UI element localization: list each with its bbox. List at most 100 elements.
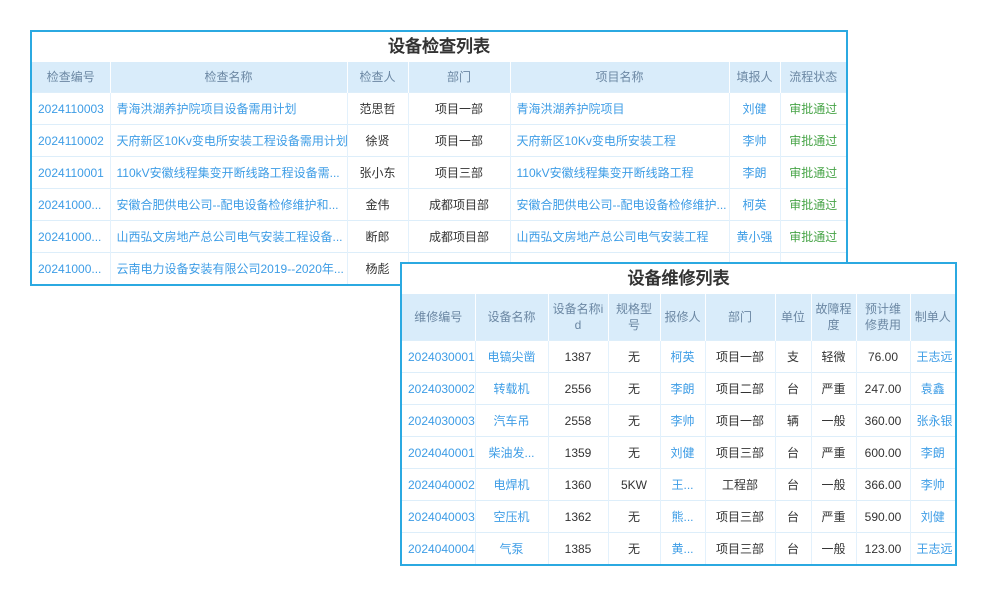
cell-equipment-name[interactable]: 气泵: [475, 533, 548, 565]
cell-inspection-id[interactable]: 20241000...: [32, 189, 110, 221]
table-row: 20241000...安徽合肥供电公司--配电设备检修维护和...金伟成都项目部…: [32, 189, 846, 221]
column-header-reporter: 填报人: [729, 62, 780, 93]
cell-fault-level: 严重: [811, 373, 856, 405]
cell-inspection-name[interactable]: 青海洪湖养护院项目设备需用计划: [110, 93, 347, 125]
column-header-department: 部门: [408, 62, 510, 93]
cell-unit: 台: [775, 437, 811, 469]
cell-creator[interactable]: 王志远: [910, 341, 955, 373]
table-row: 2024110003青海洪湖养护院项目设备需用计划范思哲项目一部青海洪湖养护院项…: [32, 93, 846, 125]
cell-project-name[interactable]: 青海洪湖养护院项目: [510, 93, 729, 125]
cell-inspector: 金伟: [347, 189, 408, 221]
cell-repair-reporter[interactable]: 王...: [660, 469, 705, 501]
cell-creator[interactable]: 李朗: [910, 437, 955, 469]
cell-inspection-name[interactable]: 安徽合肥供电公司--配电设备检修维护和...: [110, 189, 347, 221]
cell-equipment-name[interactable]: 汽车吊: [475, 405, 548, 437]
cell-inspection-name[interactable]: 110kV安徽线程集变开断线路工程设备需...: [110, 157, 347, 189]
table-row: 2024110002天府新区10Kv变电所安装工程设备需用计划徐贤项目一部天府新…: [32, 125, 846, 157]
cell-unit: 台: [775, 501, 811, 533]
cell-spec-model: 无: [608, 501, 660, 533]
cell-reporter[interactable]: 柯英: [729, 189, 780, 221]
cell-creator[interactable]: 刘健: [910, 501, 955, 533]
cell-repair-reporter[interactable]: 柯英: [660, 341, 705, 373]
cell-estimated-cost: 590.00: [856, 501, 910, 533]
cell-creator[interactable]: 张永银: [910, 405, 955, 437]
repair-table-title: 设备维修列表: [402, 264, 955, 294]
column-header-inspection-name: 检查名称: [110, 62, 347, 93]
cell-repair-reporter[interactable]: 刘健: [660, 437, 705, 469]
cell-inspection-name[interactable]: 山西弘文房地产总公司电气安装工程设备...: [110, 221, 347, 253]
cell-flow-status: 审批通过: [780, 125, 846, 157]
cell-inspection-name[interactable]: 天府新区10Kv变电所安装工程设备需用计划: [110, 125, 347, 157]
cell-repair-reporter[interactable]: 熊...: [660, 501, 705, 533]
cell-department: 项目一部: [705, 405, 775, 437]
cell-inspection-id[interactable]: 2024110001: [32, 157, 110, 189]
cell-inspector: 徐贤: [347, 125, 408, 157]
cell-estimated-cost: 366.00: [856, 469, 910, 501]
cell-equipment-name[interactable]: 空压机: [475, 501, 548, 533]
cell-inspection-id[interactable]: 2024110002: [32, 125, 110, 157]
cell-equipment-name[interactable]: 转载机: [475, 373, 548, 405]
table-row: 2024030002转载机2556无李朗项目二部台严重247.00袁鑫: [402, 373, 955, 405]
table-row: 2024030001电镐尖凿1387无柯英项目一部支轻微76.00王志远: [402, 341, 955, 373]
table-row: 2024040002电焊机13605KW王...工程部台一般366.00李帅: [402, 469, 955, 501]
cell-estimated-cost: 247.00: [856, 373, 910, 405]
column-header-equipment-id: 设备名称id: [548, 294, 608, 341]
cell-creator[interactable]: 袁鑫: [910, 373, 955, 405]
cell-inspector: 张小东: [347, 157, 408, 189]
cell-repair-id[interactable]: 2024040003: [402, 501, 475, 533]
cell-reporter[interactable]: 刘健: [729, 93, 780, 125]
cell-project-name[interactable]: 天府新区10Kv变电所安装工程: [510, 125, 729, 157]
cell-department: 项目三部: [705, 437, 775, 469]
cell-creator[interactable]: 王志远: [910, 533, 955, 565]
cell-repair-id[interactable]: 2024040004: [402, 533, 475, 565]
cell-equipment-name[interactable]: 电焊机: [475, 469, 548, 501]
cell-repair-reporter[interactable]: 黄...: [660, 533, 705, 565]
cell-repair-id[interactable]: 2024030002: [402, 373, 475, 405]
cell-reporter[interactable]: 李帅: [729, 125, 780, 157]
cell-department: 项目三部: [705, 533, 775, 565]
cell-equipment-id: 1359: [548, 437, 608, 469]
cell-project-name[interactable]: 110kV安徽线程集变开断线路工程: [510, 157, 729, 189]
cell-flow-status: 审批通过: [780, 189, 846, 221]
cell-repair-id[interactable]: 2024030001: [402, 341, 475, 373]
cell-repair-id[interactable]: 2024040002: [402, 469, 475, 501]
cell-fault-level: 一般: [811, 469, 856, 501]
column-header-spec-model: 规格型号: [608, 294, 660, 341]
column-header-repair-id: 维修编号: [402, 294, 475, 341]
cell-equipment-name[interactable]: 电镐尖凿: [475, 341, 548, 373]
cell-repair-id[interactable]: 2024030003: [402, 405, 475, 437]
table-row: 2024040001柴油发...1359无刘健项目三部台严重600.00李朗: [402, 437, 955, 469]
cell-spec-model: 无: [608, 341, 660, 373]
cell-flow-status: 审批通过: [780, 221, 846, 253]
cell-project-name[interactable]: 山西弘文房地产总公司电气安装工程: [510, 221, 729, 253]
table-row: 2024110001110kV安徽线程集变开断线路工程设备需...张小东项目三部…: [32, 157, 846, 189]
cell-reporter[interactable]: 黄小强: [729, 221, 780, 253]
cell-repair-id[interactable]: 2024040001: [402, 437, 475, 469]
column-header-project-name: 项目名称: [510, 62, 729, 93]
column-header-creator: 制单人: [910, 294, 955, 341]
cell-equipment-name[interactable]: 柴油发...: [475, 437, 548, 469]
cell-spec-model: 无: [608, 533, 660, 565]
cell-fault-level: 一般: [811, 405, 856, 437]
cell-fault-level: 严重: [811, 501, 856, 533]
column-header-estimated-cost: 预计维修费用: [856, 294, 910, 341]
column-header-equipment-name: 设备名称: [475, 294, 548, 341]
cell-department: 项目一部: [408, 125, 510, 157]
cell-spec-model: 无: [608, 437, 660, 469]
column-header-inspector: 检查人: [347, 62, 408, 93]
repair-header-row: 维修编号 设备名称 设备名称id 规格型号 报修人 部门 单位 故障程度 预计维…: [402, 294, 955, 341]
cell-equipment-id: 2558: [548, 405, 608, 437]
cell-inspection-id[interactable]: 2024110003: [32, 93, 110, 125]
cell-unit: 台: [775, 469, 811, 501]
cell-inspection-id[interactable]: 20241000...: [32, 253, 110, 285]
cell-creator[interactable]: 李帅: [910, 469, 955, 501]
cell-equipment-id: 1387: [548, 341, 608, 373]
cell-inspection-id[interactable]: 20241000...: [32, 221, 110, 253]
cell-reporter[interactable]: 李朗: [729, 157, 780, 189]
cell-spec-model: 5KW: [608, 469, 660, 501]
cell-repair-reporter[interactable]: 李帅: [660, 405, 705, 437]
cell-repair-reporter[interactable]: 李朗: [660, 373, 705, 405]
cell-inspection-name[interactable]: 云南电力设备安装有限公司2019--2020年...: [110, 253, 347, 285]
cell-project-name[interactable]: 安徽合肥供电公司--配电设备检修维护...: [510, 189, 729, 221]
cell-inspector: 杨彪: [347, 253, 408, 285]
